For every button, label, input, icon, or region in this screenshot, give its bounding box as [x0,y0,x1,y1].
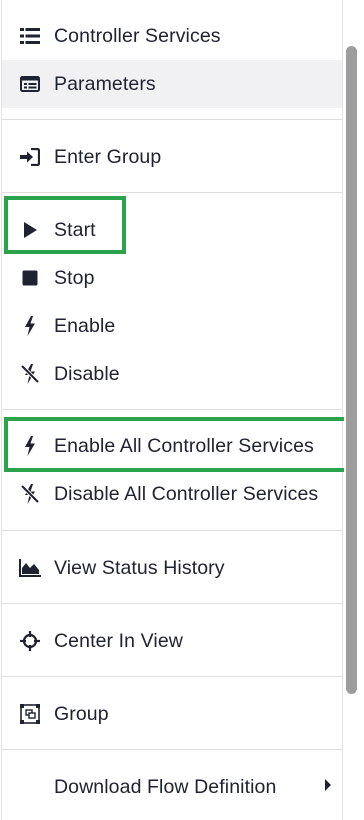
area-chart-icon [19,557,41,579]
menu-item-stop[interactable]: Stop [2,254,342,302]
menu-item-label: Download Flow Definition [54,775,277,798]
list-icon [19,25,41,47]
menu-divider [2,603,342,604]
menu-item-download-flow-definition[interactable]: Download Flow Definition [2,763,342,811]
sign-in-icon [19,146,41,168]
crosshairs-icon [19,630,41,652]
menu-item-label: Start [54,218,96,241]
caret-right-icon [324,778,332,796]
menu-divider [2,749,342,750]
menu-item-parameters[interactable]: Parameters [2,60,342,108]
menu-item-label: Disable All Controller Services [54,482,319,505]
menu-item-label: Group [54,702,109,725]
menu-divider [2,676,342,677]
menu-item-controller-services[interactable]: Controller Services [2,12,342,60]
menu-item-enter-group[interactable]: Enter Group [2,133,342,181]
menu-item-center-in-view[interactable]: Center In View [2,617,342,665]
context-menu: Controller Services Parameters Enter Gro… [1,0,343,820]
bolt-slash-icon [19,483,41,505]
menu-divider [2,119,342,120]
menu-item-label: Controller Services [54,24,221,47]
menu-item-label: Center In View [54,629,183,652]
menu-item-group[interactable]: Group [2,690,342,738]
menu-item-disable[interactable]: Disable [2,350,342,398]
menu-item-enable[interactable]: Enable [2,302,342,350]
bolt-icon [19,315,41,337]
menu-item-label: Enable [54,314,116,337]
menu-divider [2,192,342,193]
menu-item-start[interactable]: Start [2,206,342,254]
menu-item-enable-all-controller-services[interactable]: Enable All Controller Services [2,422,342,470]
menu-item-label: Enable All Controller Services [54,434,314,457]
menu-item-label: Stop [54,266,95,289]
menu-divider [2,409,342,410]
menu-item-label: View Status History [54,556,225,579]
parameters-table-icon [19,73,41,95]
menu-item-label: Enter Group [54,145,162,168]
bolt-icon [19,435,41,457]
play-icon [19,219,41,241]
blank-icon [19,776,41,798]
menu-item-disable-all-controller-services[interactable]: Disable All Controller Services [2,470,342,518]
bolt-slash-icon [19,363,41,385]
menu-divider [2,530,342,531]
stop-icon [19,267,41,289]
menu-item-label: Disable [54,362,120,385]
menu-item-view-status-history[interactable]: View Status History [2,544,342,592]
menu-item-label: Parameters [54,72,156,95]
group-icon [19,703,41,725]
scrollbar-thumb[interactable] [346,46,357,694]
